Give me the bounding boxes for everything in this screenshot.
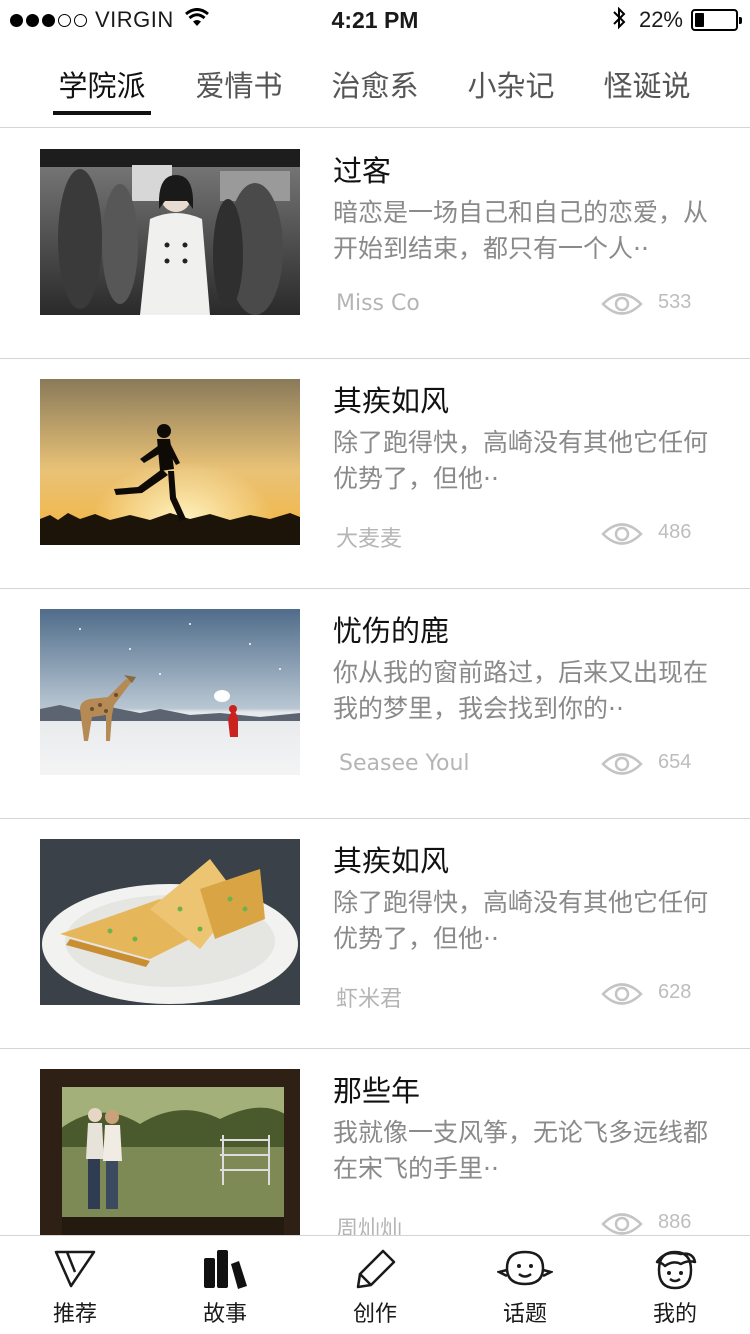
category-tabs: 学院派 爱情书 治愈系 小杂记 怪诞说: [0, 58, 750, 128]
recommend-icon: [53, 1248, 97, 1294]
nav-recommend[interactable]: 推荐: [0, 1236, 150, 1334]
bluetooth-icon: [611, 6, 627, 34]
nav-create[interactable]: 创作: [300, 1236, 450, 1334]
wifi-icon: [184, 8, 210, 32]
view-count: 628: [658, 981, 692, 1003]
nav-profile[interactable]: 我的: [600, 1236, 750, 1334]
story-thumbnail: [40, 839, 300, 1005]
story-title: 过客: [333, 154, 392, 188]
story-excerpt: 除了跑得快，高崎没有其他它任何优势了，但他··: [333, 888, 708, 953]
nav-label: 故事: [202, 1302, 247, 1327]
story-list: 过客 暗恋是一场自己和自己的恋爱，从开始到结束，都只有一个人·· Miss Co…: [0, 129, 750, 1279]
story-author: Miss Co: [336, 291, 420, 316]
story-item[interactable]: 其疾如风 除了跑得快，高崎没有其他它任何优势了，但他·· 虾米君 628: [0, 819, 750, 1049]
view-count: 486: [658, 521, 692, 543]
story-item[interactable]: 其疾如风 除了跑得快，高崎没有其他它任何优势了，但他·· 大麦麦 486: [0, 359, 750, 589]
story-title: 那些年: [333, 1074, 421, 1108]
stories-icon: [202, 1248, 248, 1294]
story-author: Seasee Youl: [339, 751, 470, 776]
eye-icon: [601, 521, 643, 551]
eye-icon: [601, 751, 643, 781]
view-count: 654: [658, 751, 692, 773]
story-title: 其疾如风: [333, 844, 450, 878]
nav-label: 话题: [502, 1302, 547, 1327]
eye-icon: [601, 981, 643, 1011]
tab-love-letters[interactable]: 爱情书: [190, 66, 288, 124]
story-item[interactable]: 忧伤的鹿 你从我的窗前路过，后来又出现在我的梦里，我会找到你的·· Seasee…: [0, 589, 750, 819]
story-thumbnail: [40, 609, 300, 775]
tab-weird-tales[interactable]: 怪诞说: [598, 66, 696, 124]
nav-stories[interactable]: 故事: [150, 1236, 300, 1334]
status-bar: VIRGIN 4:21 PM 22%: [0, 0, 750, 40]
active-tab-indicator: [53, 111, 151, 115]
nav-label: 推荐: [52, 1302, 97, 1327]
battery-icon: [691, 9, 742, 31]
bottom-nav: 推荐 故事 创作 话题 我的: [0, 1235, 750, 1334]
battery-percent: 22%: [638, 7, 683, 32]
tab-healing[interactable]: 治愈系: [326, 66, 424, 124]
nav-label: 我的: [652, 1302, 697, 1327]
create-icon: [353, 1248, 397, 1294]
story-thumbnail: [40, 1069, 300, 1235]
story-item[interactable]: 过客 暗恋是一场自己和自己的恋爱，从开始到结束，都只有一个人·· Miss Co…: [0, 129, 750, 359]
topic-icon: [495, 1248, 555, 1294]
story-author: 虾米君: [336, 987, 403, 1012]
eye-icon: [601, 291, 643, 321]
carrier-name: VIRGIN: [95, 7, 174, 32]
tab-academy[interactable]: 学院派: [53, 66, 151, 124]
nav-label: 创作: [352, 1302, 397, 1327]
story-excerpt: 你从我的窗前路过，后来又出现在我的梦里，我会找到你的··: [333, 658, 708, 723]
nav-topic[interactable]: 话题: [450, 1236, 600, 1334]
view-count: 533: [658, 291, 692, 313]
story-title: 忧伤的鹿: [333, 614, 450, 648]
tab-miscellany[interactable]: 小杂记: [462, 66, 560, 124]
story-thumbnail: [40, 379, 300, 545]
view-count: 886: [658, 1211, 692, 1233]
story-title: 其疾如风: [333, 384, 450, 418]
story-excerpt: 除了跑得快，高崎没有其他它任何优势了，但他··: [333, 428, 708, 493]
story-excerpt: 我就像一支风筝，无论飞多远线都在宋飞的手里··: [333, 1118, 708, 1183]
story-author: 大麦麦: [336, 527, 403, 552]
story-excerpt: 暗恋是一场自己和自己的恋爱，从开始到结束，都只有一个人··: [333, 198, 708, 263]
signal-strength-icon: [10, 13, 87, 27]
story-thumbnail: [40, 149, 300, 315]
profile-icon: [651, 1248, 699, 1296]
